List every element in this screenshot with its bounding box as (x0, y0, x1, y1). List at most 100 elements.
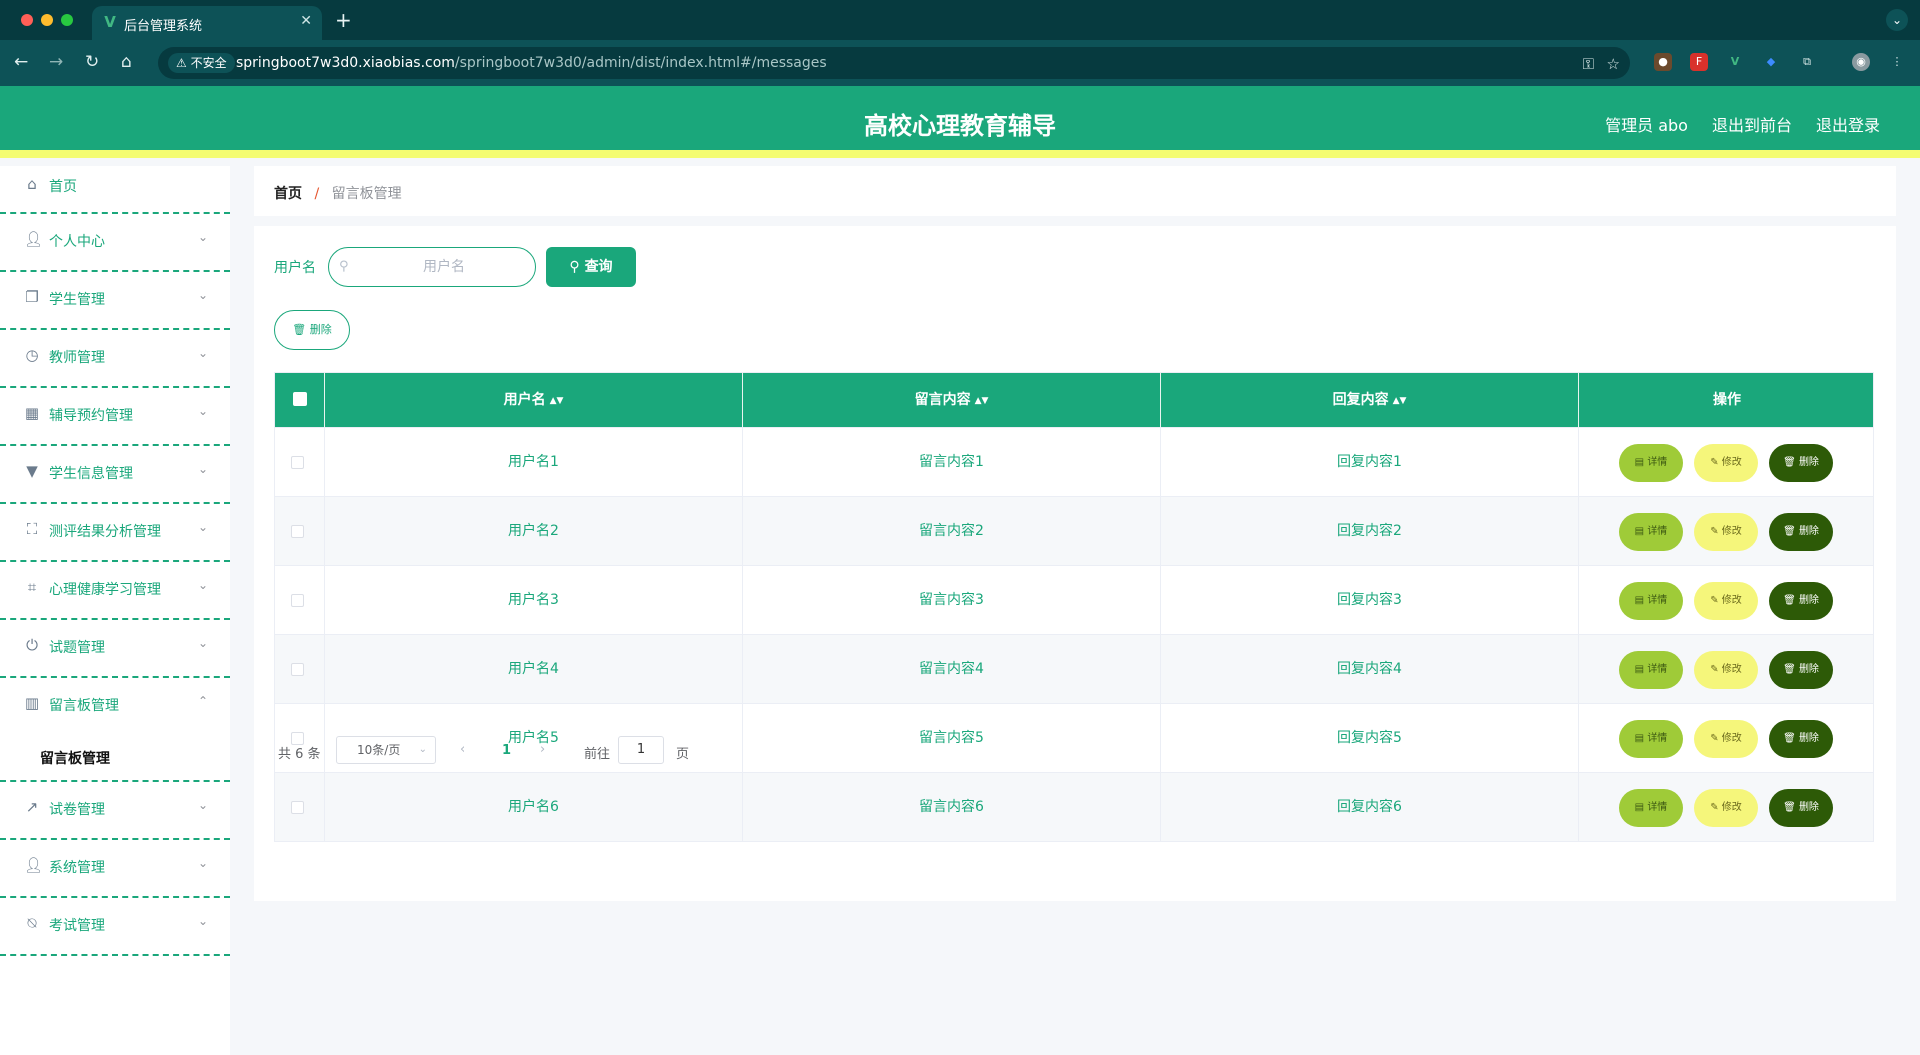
column-header-reply[interactable]: 回复内容 ▲▼ (1161, 373, 1579, 427)
forward-arrow-icon[interactable]: → (49, 52, 63, 72)
table-body: 用户名1 留言内容1 回复内容1 ▤ 详情 ✎ 修改 🗑︎ 删除 用户名2 留言… (275, 427, 1873, 842)
select-all-checkbox[interactable] (293, 392, 307, 406)
sort-icon[interactable]: ▲▼ (1393, 396, 1407, 406)
table-row: 用户名6 留言内容6 回复内容6 ▤ 详情 ✎ 修改 🗑︎ 删除 (275, 772, 1873, 842)
sidebar-item-label: 学生信息管理 (49, 466, 133, 482)
grid-icon: ▦ (24, 404, 40, 422)
sidebar-item-teachers[interactable]: ◷ 教师管理 ⌄ (0, 330, 230, 388)
edit-button[interactable]: ✎ 修改 (1694, 582, 1758, 620)
sidebar-item-questions[interactable]: ⏻ 试题管理 ⌄ (0, 620, 230, 678)
edit-button[interactable]: ✎ 修改 (1694, 720, 1758, 758)
edit-button[interactable]: ✎ 修改 (1694, 444, 1758, 482)
sidebar-item-exams[interactable]: ⍉ 考试管理 ⌄ (0, 898, 230, 956)
password-key-icon[interactable]: ⚿ (1583, 55, 1594, 73)
pagination-total: 共 6 条 (278, 747, 321, 762)
column-header-username[interactable]: 用户名 ▲▼ (325, 373, 743, 427)
sidebar-subitem-message-board[interactable]: 留言板管理 (0, 736, 230, 782)
content-cell: 留言内容1 (743, 428, 1161, 497)
detail-button[interactable]: ▤ 详情 (1619, 582, 1683, 620)
detail-button[interactable]: ▤ 详情 (1619, 789, 1683, 827)
delete-button[interactable]: 🗑︎ 删除 (1769, 444, 1833, 482)
query-button[interactable]: ⚲ 查询 (546, 247, 636, 287)
detail-button[interactable]: ▤ 详情 (1619, 720, 1683, 758)
extension-fe-icon[interactable]: F (1690, 53, 1708, 71)
row-actions: ▤ 详情 ✎ 修改 🗑︎ 删除 (1579, 704, 1833, 773)
goto-page-input[interactable]: 1 (618, 736, 664, 764)
url-field[interactable]: ⚠ 不安全 springboot7w3d0.xiaobias.com/sprin… (158, 47, 1630, 79)
detail-button[interactable]: ▤ 详情 (1619, 444, 1683, 482)
detail-button[interactable]: ▤ 详情 (1619, 513, 1683, 551)
window-close-button[interactable] (21, 14, 33, 26)
sidebar-item-label: 教师管理 (49, 350, 105, 366)
next-page-icon[interactable]: › (540, 742, 545, 757)
back-to-front-link[interactable]: 退出到前台 (1712, 112, 1792, 136)
copy-icon: ❐ (25, 288, 39, 306)
page-size-select[interactable]: 10条/页 ⌄ (336, 736, 436, 764)
delete-button[interactable]: 🗑︎ 删除 (1769, 720, 1833, 758)
extensions-puzzle-icon[interactable]: ⧉ (1798, 53, 1816, 71)
sidebar-item-mental-health-learning[interactable]: ⌗ 心理健康学习管理 ⌄ (0, 562, 230, 620)
window-minimize-button[interactable] (41, 14, 53, 26)
window-maximize-button[interactable] (61, 14, 73, 26)
tab-close-icon[interactable]: ✕ (300, 13, 312, 29)
admin-user-label[interactable]: 管理员 abo (1605, 112, 1688, 136)
row-checkbox[interactable] (291, 801, 304, 814)
delete-button[interactable]: 🗑︎ 删除 (1769, 582, 1833, 620)
new-tab-icon[interactable]: + (335, 8, 352, 32)
sort-icon[interactable]: ▲▼ (550, 396, 564, 406)
logout-link[interactable]: 退出登录 (1816, 112, 1880, 136)
row-checkbox[interactable] (291, 663, 304, 676)
delete-button[interactable]: 🗑︎ 删除 (1769, 789, 1833, 827)
extension-vue-icon[interactable]: V (1726, 53, 1744, 71)
breadcrumb-home[interactable]: 首页 (274, 186, 302, 202)
edit-button[interactable]: ✎ 修改 (1694, 789, 1758, 827)
reload-icon[interactable]: ↻ (85, 52, 99, 72)
column-header-content[interactable]: 留言内容 ▲▼ (743, 373, 1161, 427)
sort-icon[interactable]: ▲▼ (975, 396, 989, 406)
browser-tab-bar: V 后台管理系统 ✕ + ⌄ (0, 0, 1920, 40)
bulk-delete-button[interactable]: 🗑︎ 删除 (274, 310, 350, 350)
edit-button[interactable]: ✎ 修改 (1694, 513, 1758, 551)
username-cell: 用户名2 (325, 497, 743, 566)
search-input[interactable] (359, 256, 529, 278)
sidebar-item-assessment-results[interactable]: ⛶ 测评结果分析管理 ⌄ (0, 504, 230, 562)
chevron-down-icon: ⌄ (197, 578, 208, 592)
row-checkbox[interactable] (291, 525, 304, 538)
edit-button[interactable]: ✎ 修改 (1694, 651, 1758, 689)
sidebar-item-exam-papers[interactable]: ↗ 试卷管理 ⌄ (0, 782, 230, 840)
sidebar-item-personal-center[interactable]: 👤︎ 个人中心 ⌄ (0, 214, 230, 272)
profile-avatar-icon[interactable]: ◉ (1852, 53, 1870, 71)
table-row: 用户名1 留言内容1 回复内容1 ▤ 详情 ✎ 修改 🗑︎ 删除 (275, 427, 1873, 497)
prev-page-icon[interactable]: ‹ (460, 742, 465, 757)
chevron-down-icon: ⌄ (197, 462, 208, 476)
detail-button[interactable]: ▤ 详情 (1619, 651, 1683, 689)
sidebar-item-students[interactable]: ❐ 学生管理 ⌄ (0, 272, 230, 330)
sidebar-item-appointments[interactable]: ▦ 辅导预约管理 ⌄ (0, 388, 230, 446)
row-checkbox[interactable] (291, 594, 304, 607)
sidebar-item-system[interactable]: 👤︎ 系统管理 ⌄ (0, 840, 230, 898)
home-browser-icon[interactable]: ⌂ (121, 52, 132, 72)
search-field[interactable]: ⚲ (328, 247, 536, 287)
back-arrow-icon[interactable]: ← (14, 52, 28, 72)
delete-button[interactable]: 🗑︎ 删除 (1769, 651, 1833, 689)
browser-tab[interactable]: V 后台管理系统 ✕ (92, 6, 322, 40)
extension-monkey-icon[interactable]: ● (1654, 53, 1672, 71)
page-number-current[interactable]: 1 (502, 743, 511, 758)
username-cell: 用户名1 (325, 428, 743, 497)
clock-icon: ◷ (25, 346, 39, 364)
sidebar-item-message-board[interactable]: ▥ 留言板管理 ⌃ (0, 678, 230, 736)
browser-menu-icon[interactable]: ⋮ (1888, 53, 1906, 71)
content-cell: 留言内容4 (743, 635, 1161, 704)
sidebar-item-label: 留言板管理 (49, 698, 119, 714)
extension-pin-icon[interactable]: ◆ (1762, 53, 1780, 71)
insecure-badge[interactable]: ⚠ 不安全 (168, 53, 235, 73)
sidebar-item-home[interactable]: ⌂ 首页 (0, 166, 230, 214)
delete-button[interactable]: 🗑︎ 删除 (1769, 513, 1833, 551)
tab-search-icon[interactable]: ⌄ (1886, 9, 1908, 31)
reply-cell: 回复内容2 (1161, 497, 1579, 566)
bookmark-star-icon[interactable]: ☆ (1607, 55, 1620, 73)
row-select-cell (275, 497, 325, 566)
row-checkbox[interactable] (291, 456, 304, 469)
sidebar-item-student-info[interactable]: ▼ 学生信息管理 ⌄ (0, 446, 230, 504)
chevron-down-icon: ⌄ (197, 520, 208, 534)
